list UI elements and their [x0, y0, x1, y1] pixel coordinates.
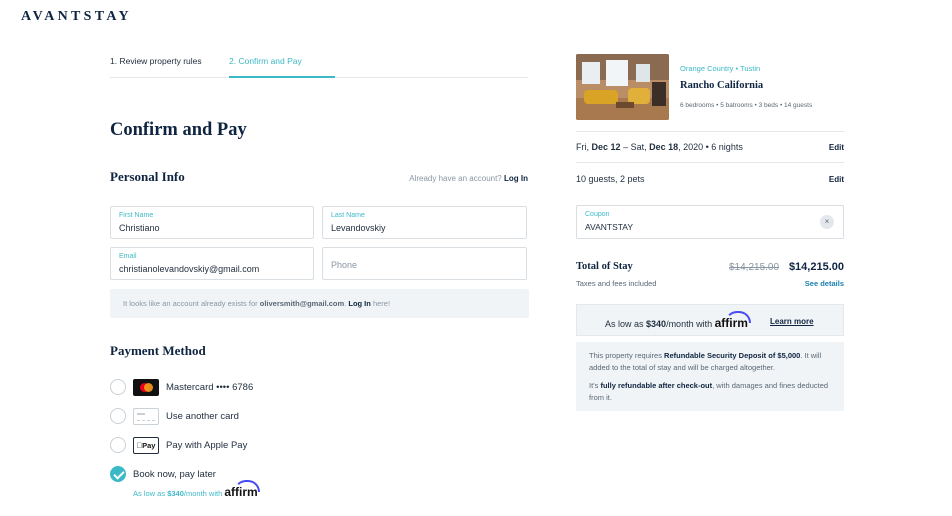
property-location: Orange Country • Tustin [680, 64, 761, 73]
another-card-label[interactable]: Use another card [166, 411, 239, 422]
mastercard-label[interactable]: Mastercard •••• 6786 [166, 382, 253, 393]
edit-dates-button[interactable]: Edit [829, 143, 844, 152]
affirm-banner-text: As low as $340/month with affirm [605, 311, 751, 330]
stay-dates: Fri, Dec 12 – Sat, Dec 18, 2020 • 6 nigh… [576, 142, 743, 152]
account-hint-text: Already have an account? [409, 174, 502, 183]
divider [576, 131, 844, 132]
notice-email: oliversmith@gmail.com [259, 299, 345, 308]
coupon-label: Coupon [585, 211, 610, 218]
first-name-label: First Name [119, 212, 154, 219]
radio-another-card[interactable] [110, 408, 126, 424]
last-name-value[interactable]: Levandovskiy [331, 223, 386, 233]
checkout-steps: 1. Review property rules 2. Confirm and … [110, 50, 528, 78]
affirm-logo: affirm [715, 311, 751, 330]
pay-later-subtext: As low as $340/month with affirm [133, 480, 261, 499]
learn-more-link[interactable]: Learn more [770, 317, 814, 326]
avantstay-logo[interactable]: AVANTSTAY [21, 9, 132, 25]
total-of-stay-label: Total of Stay [576, 261, 633, 272]
refund-text: It's fully refundable after check-out, w… [589, 381, 829, 402]
coupon-field[interactable]: Coupon AVANTSTAY × [576, 205, 844, 239]
radio-apple-pay[interactable] [110, 437, 126, 453]
notice-text: It looks like an account already exists … [123, 299, 391, 308]
personal-info-title: Personal Info [110, 169, 185, 184]
notice-suffix: here! [372, 299, 391, 308]
date-start: Dec 12 [591, 142, 621, 152]
taxes-note: Taxes and fees included [576, 279, 657, 288]
first-name-value[interactable]: Christiano [119, 223, 160, 233]
property-name[interactable]: Rancho California [680, 80, 763, 91]
deposit-text: This property requires Refundable Securi… [589, 351, 822, 372]
affirm-amount: $340 [646, 319, 667, 329]
coupon-value[interactable]: AVANTSTAY [585, 222, 633, 232]
property-photo[interactable] [576, 54, 669, 120]
radio-pay-later[interactable] [110, 466, 126, 482]
email-label: Email [119, 253, 137, 260]
radio-mastercard[interactable] [110, 379, 126, 395]
phone-placeholder[interactable]: Phone [331, 260, 357, 270]
clear-coupon-icon[interactable]: × [820, 215, 834, 229]
active-step-indicator [229, 76, 335, 78]
total-original-price: $14,215.00 [729, 262, 780, 273]
apple-pay-label[interactable]: Pay with Apple Pay [166, 440, 247, 451]
dates-prefix: Fri, [576, 142, 589, 152]
pay-later-sub-prefix: As low as [133, 489, 166, 498]
account-exists-notice: It looks like an account already exists … [110, 289, 529, 318]
edit-guests-button[interactable]: Edit [829, 175, 844, 184]
pay-later-sub-suffix: /month with [183, 489, 223, 498]
login-link[interactable]: Log In [504, 174, 528, 183]
last-name-label: Last Name [331, 212, 365, 219]
phone-field[interactable]: Phone [322, 247, 527, 280]
dates-suffix: , 2020 • 6 nights [678, 142, 743, 152]
step-confirm-pay[interactable]: 2. Confirm and Pay [229, 56, 302, 66]
account-hint: Already have an account? Log In [409, 174, 528, 183]
guest-count: 10 guests, 2 pets [576, 174, 645, 184]
notice-login-link[interactable]: Log In [348, 299, 371, 308]
affirm-suffix: /month with [666, 319, 713, 329]
email-field[interactable]: Email christianolevandovskiy@gmail.com [110, 247, 314, 280]
card-icon [133, 408, 159, 425]
pay-later-amount: $340 [167, 489, 184, 498]
divider [576, 162, 844, 163]
apple-pay-icon: Pay [133, 437, 159, 454]
last-name-field[interactable]: Last Name Levandovskiy [322, 206, 527, 239]
deposit-info: This property requires Refundable Securi… [576, 342, 844, 411]
date-end: Dec 18 [649, 142, 679, 152]
step-review-rules[interactable]: 1. Review property rules [110, 56, 202, 66]
page-title: Confirm and Pay [110, 120, 247, 140]
affirm-logo: affirm [224, 480, 261, 499]
notice-prefix: It looks like an account already exists … [123, 299, 258, 308]
total-price: $14,215.00 [788, 261, 844, 273]
email-value[interactable]: christianolevandovskiy@gmail.com [119, 264, 259, 274]
mastercard-icon [133, 379, 159, 396]
payment-method-title: Payment Method [110, 343, 206, 358]
affirm-banner: As low as $340/month with affirm Learn m… [576, 304, 844, 336]
first-name-field[interactable]: First Name Christiano [110, 206, 314, 239]
pay-later-label[interactable]: Book now, pay later [133, 469, 216, 480]
affirm-prefix: As low as [605, 319, 644, 329]
property-meta: 6 bedrooms • 5 batrooms • 3 beds • 14 gu… [680, 102, 813, 109]
dates-mid: – Sat, [623, 142, 647, 152]
see-details-link[interactable]: See details [805, 279, 844, 288]
